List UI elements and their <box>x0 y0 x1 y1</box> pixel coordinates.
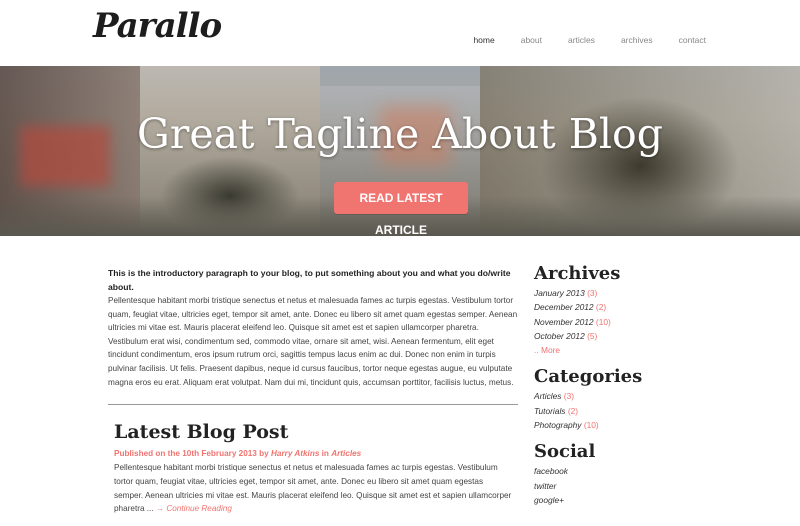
post-meta: Published on the 10th February 2013 by H… <box>114 449 514 458</box>
hero-tagline: Great Tagline About Blog <box>137 110 663 158</box>
archives-heading: Archives <box>534 263 621 284</box>
post-category-link[interactable]: Articles <box>331 449 361 458</box>
hero-banner: Great Tagline About Blog Read Latest Art… <box>0 66 800 236</box>
site-logo[interactable]: Parallo <box>93 6 222 46</box>
archive-item[interactable]: November 2012 (10) <box>534 315 694 329</box>
intro-body: Pellentesque habitant morbi tristique se… <box>108 296 518 387</box>
archive-item[interactable]: January 2013 (3) <box>534 286 694 300</box>
archive-item[interactable]: December 2012 (2) <box>534 300 694 314</box>
social-facebook-link[interactable]: facebook <box>534 464 694 478</box>
latest-post: Latest Blog Post Published on the 10th F… <box>114 421 514 516</box>
post-meta-in: in <box>319 449 332 458</box>
archives-more-link[interactable]: .. More <box>534 343 694 357</box>
intro-title: This is the introductory paragraph to yo… <box>108 268 511 292</box>
nav-home[interactable]: home <box>473 35 494 45</box>
main-nav: home about articles archives contact <box>447 35 706 45</box>
site-header: Parallo home about articles archives con… <box>0 0 800 66</box>
archive-item[interactable]: October 2012 (5) <box>534 329 694 343</box>
continue-reading-link[interactable]: → Continue Reading <box>156 504 232 513</box>
post-meta-prefix: Published on the 10th February 2013 by <box>114 449 271 458</box>
social-googleplus-link[interactable]: google+ <box>534 493 694 507</box>
social-twitter-link[interactable]: twitter <box>534 479 694 493</box>
nav-articles[interactable]: articles <box>568 35 595 45</box>
section-divider <box>108 404 518 405</box>
archives-list: January 2013 (3) December 2012 (2) Novem… <box>534 286 694 357</box>
social-list: facebook twitter google+ <box>534 464 694 507</box>
post-excerpt: Pellentesque habitant morbi tristique se… <box>114 461 514 516</box>
latest-post-heading: Latest Blog Post <box>114 421 289 443</box>
category-item[interactable]: Tutorials (2) <box>534 404 694 418</box>
nav-contact[interactable]: contact <box>679 35 706 45</box>
sidebar: Archives January 2013 (3) December 2012 … <box>534 262 694 515</box>
social-heading: Social <box>534 441 596 463</box>
categories-heading: Categories <box>534 366 643 388</box>
nav-archives[interactable]: archives <box>621 35 653 45</box>
intro-section: This is the introductory paragraph to yo… <box>108 266 520 389</box>
read-latest-article-button[interactable]: Read Latest Article <box>334 182 468 236</box>
category-item[interactable]: Articles (3) <box>534 389 694 403</box>
nav-about[interactable]: about <box>521 35 542 45</box>
post-author-link[interactable]: Harry Atkins <box>271 449 319 458</box>
categories-list: Articles (3) Tutorials (2) Photography (… <box>534 389 694 432</box>
category-item[interactable]: Photography (10) <box>534 418 694 432</box>
